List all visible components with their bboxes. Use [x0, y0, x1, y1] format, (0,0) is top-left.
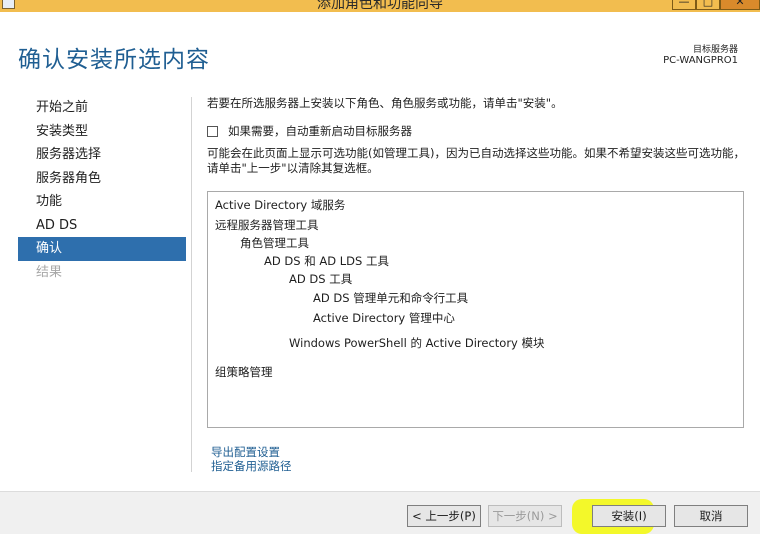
list-item: 远程服务器管理工具	[215, 218, 319, 232]
window-title-bar[interactable]: 添加角色和功能向导 — □ ✕	[0, 0, 760, 12]
window-title: 添加角色和功能向导	[317, 0, 443, 12]
nav-item-before-you-begin[interactable]: 开始之前	[18, 96, 186, 120]
restart-option[interactable]: 如果需要，自动重新启动目标服务器	[207, 123, 412, 139]
minimize-button[interactable]: —	[672, 0, 696, 10]
destination-server-label: 目标服务器	[692, 45, 738, 55]
list-item: Windows PowerShell 的 Active Directory 模块	[289, 336, 545, 350]
nav-item-server-selection[interactable]: 服务器选择	[18, 143, 186, 167]
nav-item-ad-ds[interactable]: AD DS	[18, 214, 186, 238]
optional-features-note: 可能会在此页面上显示可选功能(如管理工具)，因为已自动选择这些功能。如果不希望安…	[207, 146, 745, 175]
previous-button[interactable]: < 上一步(P)	[407, 505, 481, 527]
list-item: Active Directory 域服务	[215, 198, 346, 212]
restart-checkbox-label[interactable]: 如果需要，自动重新启动目标服务器	[228, 123, 412, 139]
nav-item-confirmation[interactable]: 确认	[18, 237, 186, 261]
nav-item-results: 结果	[36, 264, 63, 280]
wizard-steps-nav: 开始之前 安装类型 服务器选择 服务器角色 功能 AD DS 确认 结果	[18, 96, 186, 284]
list-item: AD DS 工具	[289, 272, 353, 286]
nav-divider	[191, 97, 192, 472]
maximize-button[interactable]: □	[696, 0, 720, 10]
list-item: 角色管理工具	[240, 236, 309, 250]
list-item: AD DS 和 AD LDS 工具	[264, 254, 389, 268]
close-button[interactable]: ✕	[720, 0, 760, 10]
nav-item-features[interactable]: 功能	[18, 190, 186, 214]
install-button[interactable]: 安装(I)	[592, 505, 666, 527]
destination-server-name: PC-WANGPRO1	[663, 55, 738, 66]
restart-checkbox[interactable]	[207, 125, 218, 137]
selected-features-list[interactable]: Active Directory 域服务 远程服务器管理工具 角色管理工具 AD…	[207, 191, 744, 428]
list-item: Active Directory 管理中心	[313, 311, 455, 325]
nav-item-installation-type[interactable]: 安装类型	[18, 120, 186, 144]
confirmation-instructions: 若要在所选服务器上安装以下角色、角色服务或功能，请单击"安装"。	[207, 96, 563, 110]
export-config-link[interactable]: 导出配置设置	[211, 445, 292, 459]
specify-alt-source-link[interactable]: 指定备用源路径	[211, 459, 292, 473]
list-item: 组策略管理	[215, 365, 273, 379]
action-links: 导出配置设置 指定备用源路径	[211, 445, 292, 473]
cancel-button[interactable]: 取消	[674, 505, 748, 527]
next-button: 下一步(N) >	[488, 505, 562, 527]
nav-item-server-roles[interactable]: 服务器角色	[18, 167, 186, 191]
page-title: 确认安装所选内容	[18, 47, 210, 73]
list-item: AD DS 管理单元和命令行工具	[313, 291, 469, 305]
